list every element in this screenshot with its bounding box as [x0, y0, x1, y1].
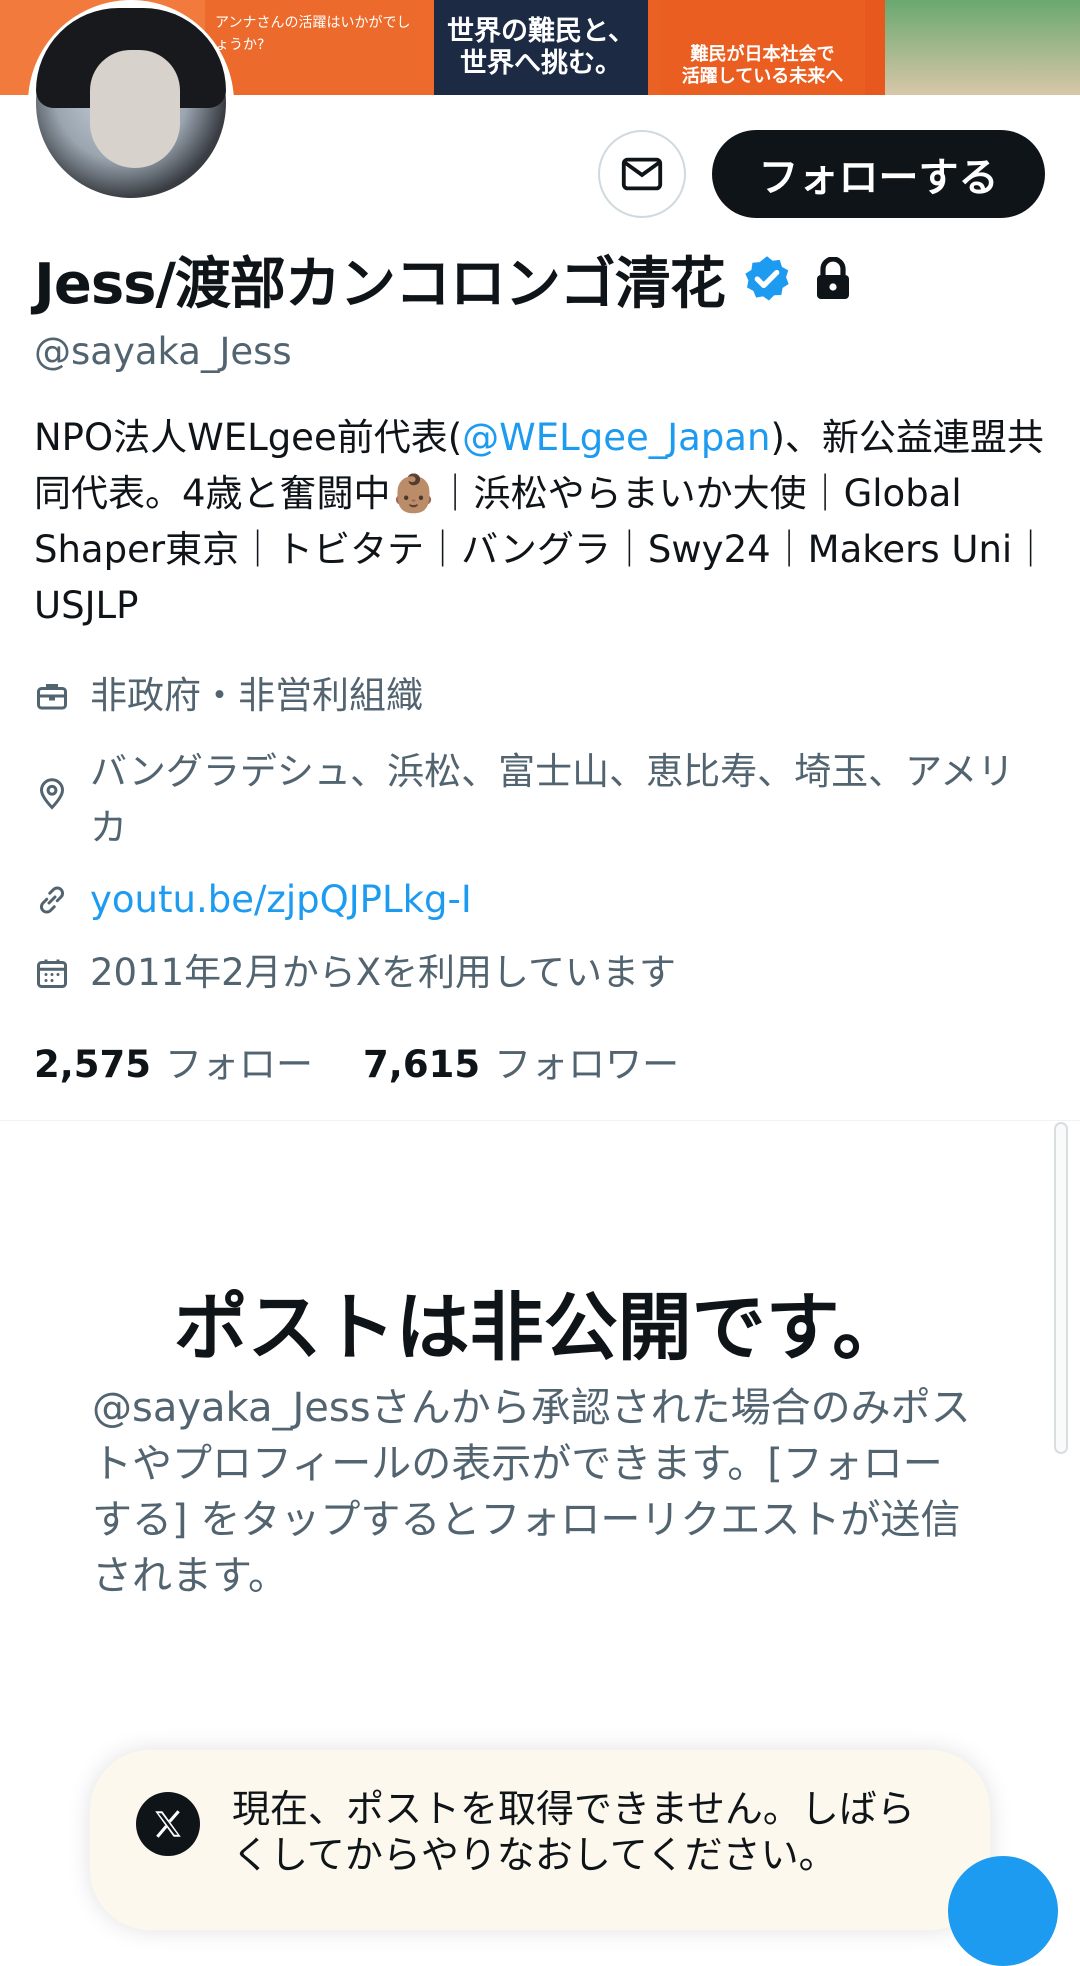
following-link[interactable]: 2,575 フォロー — [34, 1034, 313, 1088]
profile-url-link[interactable]: youtu.be/zjpQJPLkg-I — [90, 872, 472, 928]
bio-mention-link[interactable]: @WELgee_Japan — [462, 416, 770, 459]
private-notice-description: @sayaka_Jessさんから承認された場合のみポストやプロフィールの表示がで… — [92, 1385, 971, 1599]
banner-right-line2: 活躍している未来へ — [681, 66, 844, 87]
followers-link[interactable]: 7,615 フォロワー — [363, 1034, 679, 1088]
profile-bio: NPO法人WELgee前代表(@WELgee_Japan)、新公益連盟共同代表。… — [34, 410, 1054, 634]
bio-text-part1: NPO法人WELgee前代表( — [34, 416, 463, 459]
followers-count: 7,615 — [363, 1043, 481, 1086]
banner-right-line1: 難民が日本社会で — [690, 44, 835, 65]
avatar[interactable] — [28, 0, 234, 206]
follow-counts: 2,575 フォロー 7,615 フォロワー — [34, 1034, 679, 1088]
profile-location-row: バングラデシュ、浜松、富士山、恵比寿、埼玉、アメリカ — [34, 744, 1024, 856]
follow-button[interactable]: フォローする — [712, 130, 1045, 218]
avatar-face — [90, 50, 180, 168]
banner-right-text: 難民が日本社会で 活躍している未来へ — [660, 0, 865, 95]
briefcase-icon — [37, 684, 67, 710]
profile-category: 非政府・非営利組織 — [90, 674, 423, 717]
message-icon — [621, 157, 663, 191]
banner-text-left: アンナさんの活躍はいかがでしょうか? — [205, 0, 430, 95]
divider — [0, 1120, 1080, 1121]
following-count: 2,575 — [34, 1043, 152, 1086]
profile-location: バングラデシュ、浜松、富士山、恵比寿、埼玉、アメリカ — [90, 750, 1015, 849]
calendar-icon — [37, 959, 67, 988]
link-icon — [39, 886, 65, 914]
private-notice-title: ポストは非公開です。 — [173, 1285, 907, 1371]
profile-name-row: Jess/渡部カンコロンゴ清花 — [34, 244, 853, 317]
error-toast: 現在、ポストを取得できません。しばらくしてからやりなおしてください。 — [90, 1750, 990, 1930]
banner-headline-line1: 世界の難民と、 — [447, 16, 635, 47]
followers-label: フォロワー — [494, 1043, 680, 1086]
profile-name: Jess/渡部カンコロンゴ清花 — [34, 251, 726, 317]
lock-icon — [816, 257, 849, 299]
message-button[interactable] — [598, 130, 686, 218]
banner-headline: 世界の難民と、 世界へ挑む。 — [434, 0, 648, 95]
verified-badge-icon[interactable] — [741, 253, 793, 305]
x-logo-icon — [136, 1792, 200, 1856]
profile-joined: 2011年2月からXを利用しています — [90, 951, 676, 994]
profile-category-row: 非政府・非営利組織 — [34, 668, 423, 724]
profile-url-row: youtu.be/zjpQJPLkg-I — [34, 872, 472, 928]
location-pin-icon — [39, 778, 65, 810]
following-label: フォロー — [165, 1043, 314, 1086]
profile-joined-row: 2011年2月からXを利用しています — [34, 945, 676, 1001]
banner-photo — [885, 0, 1080, 95]
compose-fab-button[interactable] — [948, 1856, 1058, 1966]
profile-handle: @sayaka_Jess — [34, 330, 292, 373]
toast-message: 現在、ポストを取得できません。しばらくしてからやりなおしてください。 — [232, 1787, 915, 1877]
banner-headline-line2: 世界へ挑む。 — [460, 48, 622, 79]
